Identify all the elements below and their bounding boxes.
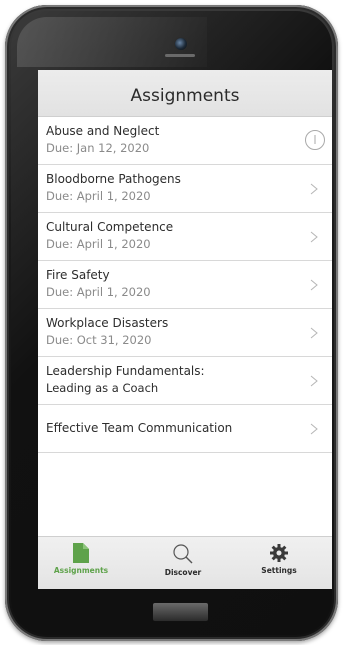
- assignment-title: Bloodborne Pathogens: [46, 172, 181, 186]
- list-item[interactable]: Leadership Fundamentals: Leading as a Co…: [38, 357, 332, 405]
- search-icon: [173, 544, 193, 564]
- assignment-title: Abuse and Neglect: [46, 124, 160, 138]
- tab-settings[interactable]: Settings: [239, 541, 319, 587]
- tab-discover[interactable]: Discover: [143, 541, 223, 587]
- chevron-right-icon: [310, 327, 318, 339]
- assignment-due-date: Due: Oct 31, 2020: [46, 333, 152, 347]
- chevron-right-icon: [310, 279, 318, 291]
- list-item[interactable]: Fire Safety Due: April 1, 2020: [38, 261, 332, 309]
- list-item[interactable]: Abuse and Neglect Due: Jan 12, 2020: [38, 117, 332, 165]
- tab-bar: Assignments Discover Settings: [38, 536, 332, 589]
- assignment-due-date: Due: April 1, 2020: [46, 237, 151, 251]
- assignment-due-date: Due: April 1, 2020: [46, 189, 151, 203]
- assignment-title: Fire Safety: [46, 268, 110, 282]
- chevron-right-icon: [310, 231, 318, 243]
- chevron-right-icon: [310, 375, 318, 387]
- document-icon: [73, 543, 89, 563]
- assignment-title: Leadership Fundamentals:: [46, 364, 205, 378]
- list-item[interactable]: Bloodborne Pathogens Due: April 1, 2020: [38, 165, 332, 213]
- chevron-right-icon: [310, 183, 318, 195]
- assignment-due-date: Due: Jan 12, 2020: [46, 141, 150, 155]
- page-title: Assignments: [130, 86, 240, 106]
- assignment-due-date: Due: April 1, 2020: [46, 285, 151, 299]
- list-item[interactable]: Effective Team Communication: [38, 405, 332, 453]
- app-screen: Assignments Abuse and Neglect Due: Jan 1…: [38, 70, 332, 589]
- assignment-title: Workplace Disasters: [46, 316, 169, 330]
- tab-assignments[interactable]: Assignments: [41, 541, 121, 587]
- assignment-title-line2: Leading as a Coach: [46, 381, 159, 395]
- gear-icon: [270, 544, 288, 562]
- tab-label: Assignments: [53, 566, 109, 575]
- assignment-title: Cultural Competence: [46, 220, 174, 234]
- camera-icon: [174, 37, 188, 51]
- assignment-list: Abuse and Neglect Due: Jan 12, 2020 Bloo…: [38, 117, 332, 453]
- tab-label: Discover: [164, 568, 202, 577]
- header: Assignments: [38, 70, 332, 117]
- chevron-right-icon: [310, 423, 318, 435]
- speaker-grille: [165, 54, 195, 57]
- list-item[interactable]: Workplace Disasters Due: Oct 31, 2020: [38, 309, 332, 357]
- assignment-title: Effective Team Communication: [46, 421, 233, 435]
- phone-frame: Assignments Abuse and Neglect Due: Jan 1…: [5, 5, 338, 641]
- info-icon[interactable]: [304, 129, 326, 151]
- list-item[interactable]: Cultural Competence Due: April 1, 2020: [38, 213, 332, 261]
- tab-label: Settings: [261, 566, 297, 575]
- home-button[interactable]: [152, 602, 209, 622]
